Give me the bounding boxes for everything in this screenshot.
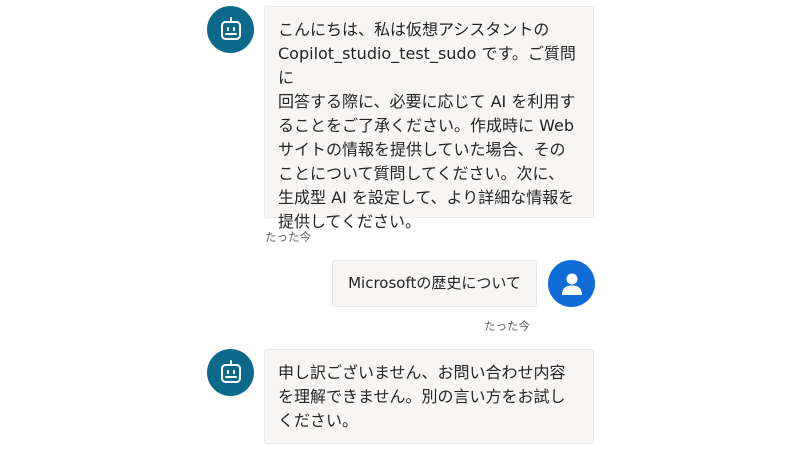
- message-timestamp: たった今: [484, 319, 530, 333]
- bot-icon: [220, 16, 241, 40]
- bot-message-bubble: こんにちは、私は仮想アシスタントの Copilot_studio_test_su…: [264, 6, 594, 231]
- bot-avatar: [207, 6, 254, 53]
- chat-transcript: こんにちは、私は仮想アシスタントの Copilot_studio_test_su…: [0, 0, 800, 450]
- message-timestamp: たった今: [265, 230, 311, 244]
- user-message-bubble: Microsoftの歴史について: [332, 260, 537, 307]
- bot-message-bubble: 申し訳ございません、お問い合わせ内容 を理解できません。別の言い方をお試し くだ…: [264, 349, 594, 444]
- bot-icon: [220, 359, 241, 383]
- bot-avatar: [207, 349, 254, 396]
- person-icon: [561, 273, 582, 295]
- user-avatar: [548, 260, 595, 307]
